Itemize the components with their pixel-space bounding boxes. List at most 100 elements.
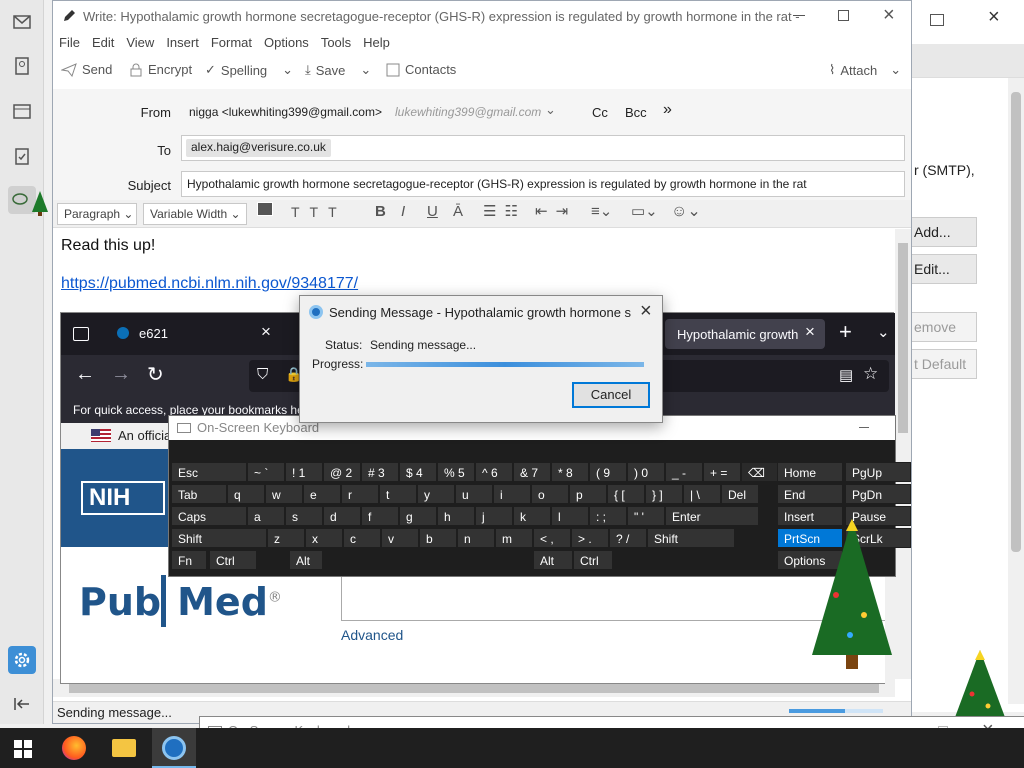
key-sym-2[interactable]: @ 2	[323, 462, 361, 482]
reader-view-icon[interactable]: ▤	[839, 366, 853, 384]
set-default-button[interactable]: t Default	[912, 349, 977, 379]
edit-button[interactable]: Edit...	[912, 254, 977, 284]
shield-icon[interactable]: ⛉	[257, 366, 268, 383]
key-z[interactable]: z	[267, 528, 305, 548]
remove-button[interactable]: emove	[912, 312, 977, 342]
advanced-link[interactable]: Advanced	[341, 627, 403, 643]
key-sym-sym[interactable]: ? /	[609, 528, 647, 548]
chevron-down-icon[interactable]: ⌄	[890, 62, 901, 78]
emoji-icon[interactable]: ☺⌄	[671, 201, 701, 221]
nih-logo[interactable]: NIH	[81, 481, 165, 515]
key-end[interactable]: End	[777, 484, 843, 504]
key-enter[interactable]: Enter	[665, 506, 759, 526]
file-explorer-icon[interactable]	[112, 739, 136, 757]
key-pgup[interactable]: PgUp	[845, 462, 911, 482]
key-ctrl[interactable]: Ctrl	[573, 550, 613, 570]
tab-close-icon[interactable]: ×	[261, 322, 271, 342]
key-g[interactable]: g	[399, 506, 437, 526]
key-tab[interactable]: Tab	[171, 484, 227, 504]
menu-options[interactable]: Options	[264, 35, 309, 50]
key-sym-sym[interactable]: + =	[703, 462, 741, 482]
chevron-down-icon[interactable]: ⌄	[282, 62, 293, 78]
mail-icon[interactable]	[8, 8, 36, 36]
key-shift[interactable]: Shift	[171, 528, 267, 548]
thunderbird-taskbar-button[interactable]	[152, 728, 196, 768]
key-t[interactable]: t	[379, 484, 417, 504]
key-alt[interactable]: Alt	[289, 550, 323, 570]
key-sym-sym[interactable]: ~ `	[247, 462, 285, 482]
key-sym-9[interactable]: ( 9	[589, 462, 627, 482]
spelling-button[interactable]: ✓ Spelling ⌄	[205, 62, 293, 78]
key-d[interactable]: d	[323, 506, 361, 526]
firefox-icon[interactable]	[62, 736, 86, 760]
key-s[interactable]: s	[285, 506, 323, 526]
key-e[interactable]: e	[303, 484, 341, 504]
close-icon[interactable]: ×	[988, 6, 1000, 29]
key-k[interactable]: k	[513, 506, 551, 526]
remove-format-icon[interactable]: Ā	[453, 203, 463, 220]
subject-field[interactable]: Hypothalamic growth hormone secretagogue…	[181, 171, 905, 197]
key-h[interactable]: h	[437, 506, 475, 526]
font-select[interactable]: Variable Width ⌄	[143, 203, 247, 225]
menu-insert[interactable]: Insert	[166, 35, 199, 50]
tab-pubmed[interactable]: Hypothalamic growth h ×	[665, 319, 825, 349]
new-tab-icon[interactable]: +	[839, 319, 852, 345]
key-u[interactable]: u	[455, 484, 493, 504]
cancel-button[interactable]: Cancel	[572, 382, 650, 408]
maximize-icon[interactable]	[838, 10, 849, 21]
tab-overview-icon[interactable]	[73, 327, 89, 341]
contacts-button[interactable]: Contacts	[386, 62, 456, 77]
more-fields-icon[interactable]: »	[663, 101, 672, 119]
calendar-icon[interactable]	[8, 97, 36, 125]
key-m[interactable]: m	[495, 528, 533, 548]
chevron-down-icon[interactable]: ⌄	[545, 102, 556, 118]
menu-format[interactable]: Format	[211, 35, 252, 50]
insert-image-icon[interactable]: ▭⌄	[631, 202, 658, 220]
key-q[interactable]: q	[227, 484, 265, 504]
key-alt[interactable]: Alt	[533, 550, 573, 570]
key-x[interactable]: x	[305, 528, 343, 548]
encrypt-button[interactable]: Encrypt	[129, 62, 192, 77]
key-sym-sym[interactable]: " '	[627, 506, 665, 526]
key-y[interactable]: y	[417, 484, 455, 504]
key-l[interactable]: l	[551, 506, 589, 526]
key-j[interactable]: j	[475, 506, 513, 526]
key-sym--[interactable]: _ -	[665, 462, 703, 482]
chevron-down-icon[interactable]: ⌄	[360, 62, 371, 78]
key-sym-1[interactable]: ! 1	[285, 462, 323, 482]
to-field[interactable]: alex.haig@verisure.co.uk	[181, 135, 905, 161]
tasks-icon[interactable]	[8, 142, 36, 170]
key-sym-6[interactable]: ^ 6	[475, 462, 513, 482]
background-scrollbar[interactable]	[1008, 78, 1024, 704]
settings-gear-icon[interactable]	[8, 646, 36, 674]
address-book-icon[interactable]	[8, 52, 36, 80]
key-sym-5[interactable]: % 5	[437, 462, 475, 482]
key-sym-sym[interactable]: : ;	[589, 506, 627, 526]
minimize-icon[interactable]	[793, 15, 805, 16]
key-ctrl[interactable]: Ctrl	[209, 550, 257, 570]
key-esc[interactable]: Esc	[171, 462, 247, 482]
back-icon[interactable]: ←	[75, 363, 95, 386]
paragraph-select[interactable]: Paragraph ⌄	[57, 203, 137, 225]
key-sym-sym[interactable]: < ,	[533, 528, 571, 548]
key-b[interactable]: b	[419, 528, 457, 548]
key-w[interactable]: w	[265, 484, 303, 504]
close-icon[interactable]: ×	[640, 300, 652, 323]
menu-view[interactable]: View	[126, 35, 154, 50]
key-v[interactable]: v	[381, 528, 419, 548]
collapse-icon[interactable]	[8, 690, 36, 718]
key-sym-sym[interactable]: { [	[607, 484, 645, 504]
key-r[interactable]: r	[341, 484, 379, 504]
key-shift[interactable]: Shift	[647, 528, 735, 548]
recipient-pill[interactable]: alex.haig@verisure.co.uk	[186, 139, 331, 157]
reload-icon[interactable]: ↻	[147, 362, 164, 387]
menu-edit[interactable]: Edit	[92, 35, 114, 50]
save-button[interactable]: ⤓ Save ⌄	[305, 62, 371, 78]
key-sym-7[interactable]: & 7	[513, 462, 551, 482]
key-del[interactable]: Del	[721, 484, 759, 504]
close-icon[interactable]: ×	[883, 4, 895, 27]
windows-start-icon[interactable]	[14, 740, 32, 758]
key-f[interactable]: f	[361, 506, 399, 526]
key-sym-sym[interactable]: } ]	[645, 484, 683, 504]
key-sym-sym[interactable]: > .	[571, 528, 609, 548]
